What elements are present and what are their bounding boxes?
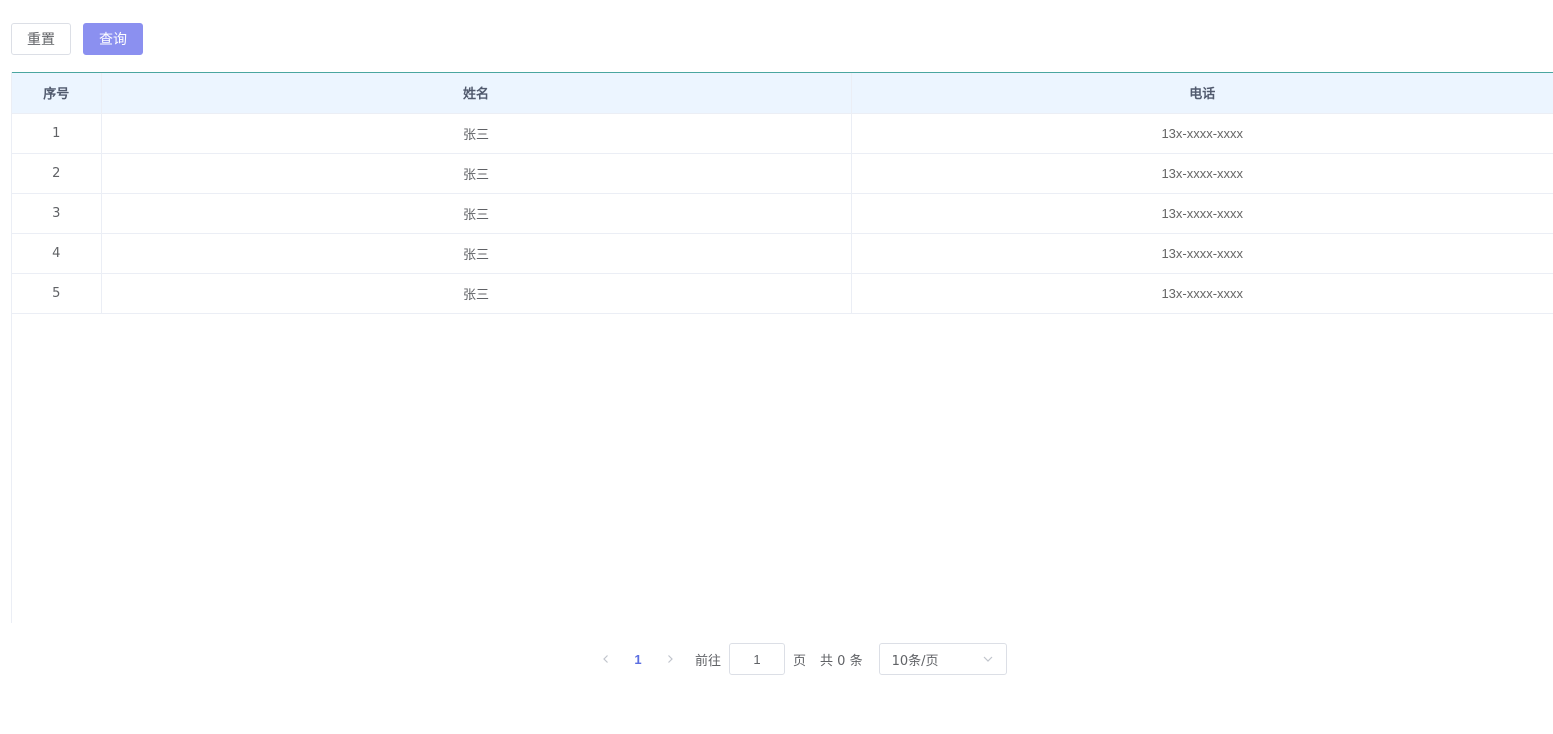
chevron-down-icon <box>983 656 993 662</box>
total-count: 共 0 条 <box>820 653 863 669</box>
cell-index: 2 <box>12 153 102 194</box>
reset-button[interactable]: 重置 <box>11 23 71 55</box>
table-row[interactable]: 4 张三 13x-xxxx-xxxx <box>12 233 1553 274</box>
table-row[interactable]: 3 张三 13x-xxxx-xxxx <box>12 193 1553 234</box>
column-header-phone: 电话 <box>851 73 1553 114</box>
cell-phone: 13x-xxxx-xxxx <box>851 153 1553 194</box>
table-header-row: 序号 姓名 电话 <box>12 73 1553 114</box>
page-size-value: 10条/页 <box>891 653 939 669</box>
pagination: 1 前往 页 共 0 条 10条/页 <box>593 643 1007 675</box>
table-row[interactable]: 1 张三 13x-xxxx-xxxx <box>12 113 1553 154</box>
column-header-name: 姓名 <box>101 73 852 114</box>
cell-index: 3 <box>12 193 102 234</box>
cell-phone: 13x-xxxx-xxxx <box>851 113 1553 154</box>
cell-index: 1 <box>12 113 102 154</box>
chevron-right-icon <box>668 655 673 663</box>
column-header-index: 序号 <box>12 73 102 114</box>
cell-name: 张三 <box>101 273 852 314</box>
cell-index: 4 <box>12 233 102 274</box>
cell-name: 张三 <box>101 153 852 194</box>
page-size-select[interactable]: 10条/页 <box>878 643 1007 675</box>
query-button[interactable]: 查询 <box>83 23 143 55</box>
toolbar: 重置 查询 <box>11 23 143 55</box>
cell-name: 张三 <box>101 193 852 234</box>
table-row[interactable]: 2 张三 13x-xxxx-xxxx <box>12 153 1553 194</box>
next-page-button[interactable] <box>657 643 683 675</box>
cell-name: 张三 <box>101 233 852 274</box>
data-table: 序号 姓名 电话 1 张三 13x-xxxx-xxxx 2 张三 13x-xxx… <box>11 72 1553 623</box>
chevron-left-icon <box>603 655 608 663</box>
cell-index: 5 <box>12 273 102 314</box>
cell-name: 张三 <box>101 113 852 154</box>
goto-page-input[interactable] <box>729 643 786 675</box>
goto-suffix-label: 页 <box>793 653 807 669</box>
cell-phone: 13x-xxxx-xxxx <box>851 233 1553 274</box>
prev-page-button[interactable] <box>593 643 619 675</box>
page-number-current[interactable]: 1 <box>619 643 657 675</box>
table: 序号 姓名 电话 1 张三 13x-xxxx-xxxx 2 张三 13x-xxx… <box>12 73 1553 314</box>
cell-phone: 13x-xxxx-xxxx <box>851 193 1553 234</box>
goto-prefix-label: 前往 <box>695 653 722 669</box>
page-jumper: 前往 页 <box>695 643 806 675</box>
table-row[interactable]: 5 张三 13x-xxxx-xxxx <box>12 273 1553 314</box>
cell-phone: 13x-xxxx-xxxx <box>851 273 1553 314</box>
